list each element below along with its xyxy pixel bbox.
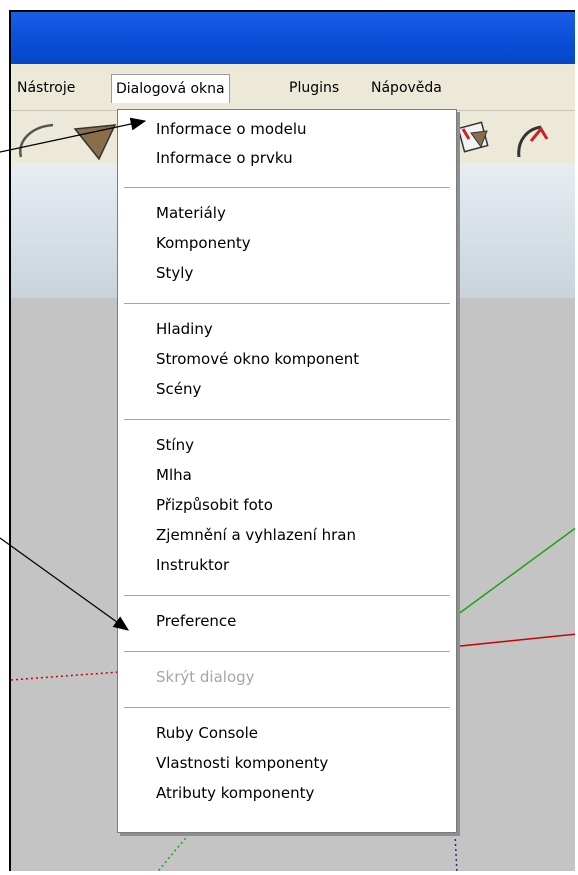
menu-item-vlastnosti-komponenty[interactable]: Vlastnosti komponenty (156, 753, 328, 773)
menu-separator (124, 707, 450, 709)
menu-item-skryt-dialogy: Skrýt dialogy (156, 668, 255, 686)
menu-separator (124, 419, 450, 421)
axis-red (440, 633, 575, 649)
dialogova-okna-menu: Informace o modelu Informace o prvku Mat… (117, 109, 457, 833)
app-window: Nástroje Dialogová okna Plugins Nápověda (9, 10, 575, 871)
menu-item-styly[interactable]: Styly (156, 263, 193, 283)
menu-item-stromove-okno-komponent[interactable]: Stromové okno komponent (156, 349, 359, 369)
menu-item-sceny[interactable]: Scény (156, 379, 201, 399)
menu-item-informace-o-modelu[interactable]: Informace o modelu (156, 119, 307, 139)
menu-item-informace-o-prvku[interactable]: Informace o prvku (156, 148, 293, 168)
menu-separator (124, 187, 450, 189)
menu-item-hladiny[interactable]: Hladiny (156, 319, 213, 339)
menu-item-prizpusobit-foto[interactable]: Přizpůsobit foto (156, 495, 273, 515)
menu-item-stiny[interactable]: Stíny (156, 435, 194, 455)
menu-separator (124, 651, 450, 653)
menu-item-mlha[interactable]: Mlha (156, 465, 192, 485)
menu-item-instruktor[interactable]: Instruktor (156, 555, 229, 575)
menu-separator (124, 303, 450, 305)
menu-item-komponenty[interactable]: Komponenty (156, 233, 251, 253)
menu-item-atributy-komponenty[interactable]: Atributy komponenty (156, 783, 314, 803)
menu-item-preference[interactable]: Preference (156, 611, 236, 631)
menu-item-materialy[interactable]: Materiály (156, 203, 226, 223)
axis-green-dotted (157, 833, 190, 871)
axis-blue-dotted (454, 833, 458, 871)
axis-red-dotted (11, 671, 120, 681)
menu-item-ruby-console[interactable]: Ruby Console (156, 723, 258, 743)
menu-separator (124, 595, 450, 597)
menu-item-zjemneni-a-vyhlazeni-hran[interactable]: Zjemnění a vyhlazení hran (156, 525, 356, 545)
